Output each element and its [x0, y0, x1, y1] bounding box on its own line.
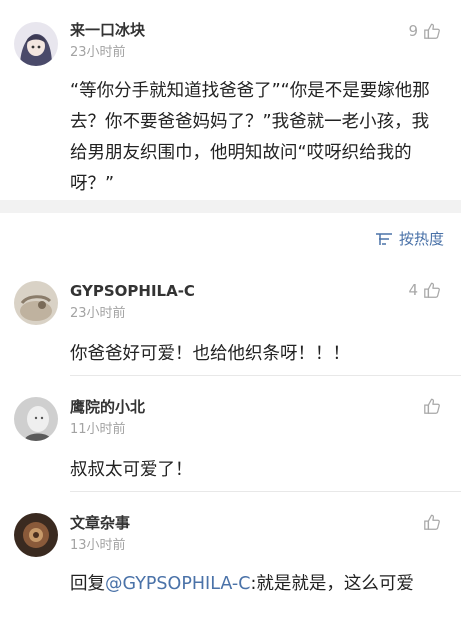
- like-button[interactable]: 4: [408, 281, 441, 299]
- avatar-object-icon: [14, 513, 58, 557]
- like-button[interactable]: [418, 397, 441, 415]
- avatar-portrait-icon: [14, 397, 58, 441]
- thumbs-up-icon: [424, 514, 440, 530]
- comment-time: 23小时前: [70, 45, 126, 60]
- avatar-anime-icon: [14, 22, 58, 66]
- like-count: 9: [408, 22, 418, 40]
- avatar[interactable]: [14, 397, 58, 441]
- avatar[interactable]: [14, 513, 58, 557]
- reply-item: 文章杂事 13小时前 回复@GYPSOPHILA-C:就是就是，这么可爱: [0, 513, 461, 600]
- reply-text: 叔叔太可爱了！: [70, 460, 193, 480]
- avatar-photo-icon: [14, 281, 58, 325]
- row-divider: [70, 491, 461, 492]
- reply-text: 你爸爸好可爱！也给他织条呀！！！: [70, 344, 350, 364]
- reply-time: 23小时前: [70, 306, 126, 321]
- reply-username[interactable]: GYPSOPHILA-C: [70, 281, 441, 301]
- comment-username[interactable]: 来一口冰块: [70, 20, 441, 40]
- reply-time: 11小时前: [70, 422, 126, 437]
- reply-item: GYPSOPHILA-C 23小时前 4 你爸爸好可爱！也给他织条呀！！！: [0, 281, 461, 370]
- like-button[interactable]: [418, 513, 441, 531]
- comment-page: 来一口冰块 23小时前 9 “等你分手就知道找爸爸了”“你是不是要嫁他那去？你不…: [0, 0, 461, 632]
- mention-link[interactable]: @GYPSOPHILA-C: [105, 574, 250, 594]
- reply-item: 鹰院的小北 11小时前 叔叔太可爱了！: [0, 397, 461, 486]
- avatar[interactable]: [14, 22, 58, 66]
- reply-text: 回复@GYPSOPHILA-C:就是就是，这么可爱: [70, 569, 441, 600]
- reply-time: 13小时前: [70, 538, 126, 553]
- thumbs-up-icon: [424, 398, 440, 414]
- thumbs-up-icon: [424, 23, 440, 39]
- reply-username[interactable]: 文章杂事: [70, 513, 441, 533]
- sort-lines-icon: [375, 233, 392, 245]
- like-button[interactable]: 9: [408, 22, 441, 40]
- reply-prefix: 回复: [70, 574, 105, 594]
- avatar[interactable]: [14, 281, 58, 325]
- comment-text: “等你分手就知道找爸爸了”“你是不是要嫁他那去？你不要爸爸妈妈了？”我爸就一老小…: [70, 81, 430, 194]
- sort-label: 按热度: [398, 230, 444, 248]
- row-divider: [70, 375, 461, 376]
- comment-item: 来一口冰块 23小时前 9 “等你分手就知道找爸爸了”“你是不是要嫁他那去？你不…: [0, 20, 461, 200]
- sort-toggle[interactable]: 按热度: [375, 229, 444, 249]
- reply-body: :就是就是，这么可爱: [250, 574, 414, 594]
- reply-username[interactable]: 鹰院的小北: [70, 397, 441, 417]
- section-divider: [0, 200, 461, 213]
- thumbs-up-icon: [424, 282, 440, 298]
- like-count: 4: [408, 281, 418, 299]
